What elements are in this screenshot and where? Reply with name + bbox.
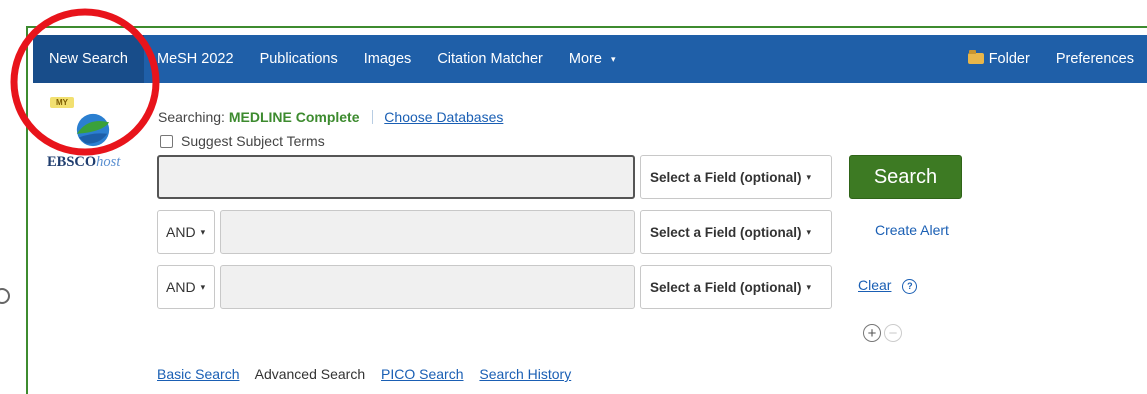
content-frame-left-border: [26, 26, 28, 394]
searching-line: Searching: MEDLINE Complete Choose Datab…: [158, 109, 503, 125]
brand-italic: host: [96, 154, 121, 170]
nav-folder[interactable]: Folder: [955, 35, 1043, 83]
content-frame-top-border: [26, 26, 1147, 28]
searching-prefix: Searching:: [158, 109, 225, 125]
nav-citation-matcher[interactable]: Citation Matcher: [424, 35, 556, 83]
suggest-label: Suggest Subject Terms: [181, 133, 325, 149]
search-input-1[interactable]: [157, 155, 635, 199]
nav-mesh[interactable]: MeSH 2022: [144, 35, 247, 83]
boolean-operator-2-label: AND: [166, 224, 196, 240]
field-select-3[interactable]: Select a Field (optional) ▾: [640, 265, 832, 309]
nav-more-menu[interactable]: More ▾: [556, 35, 629, 83]
ebscohost-logo[interactable]: MY EBSCOhost: [46, 97, 141, 177]
nav-preferences[interactable]: Preferences: [1043, 35, 1147, 83]
edge-handle-icon: [0, 288, 10, 304]
search-mode-links: Basic Search Advanced Search PICO Search…: [157, 366, 583, 382]
boolean-operator-select-3[interactable]: AND ▾: [157, 265, 215, 309]
separator: [372, 110, 374, 124]
nav-folder-label: Folder: [988, 51, 1030, 67]
create-alert-link[interactable]: Create Alert: [875, 222, 949, 238]
caret-down-icon: ▾: [806, 171, 812, 182]
advanced-search-current: Advanced Search: [254, 366, 366, 382]
search-input-2[interactable]: [220, 210, 635, 254]
ebscohost-wordmark: EBSCOhost: [47, 154, 120, 171]
caret-down-icon: ▾: [610, 53, 616, 64]
field-select-1[interactable]: Select a Field (optional) ▾: [640, 155, 832, 199]
top-navbar: New Search MeSH 2022 Publications Images…: [33, 35, 1147, 83]
suggest-checkbox[interactable]: [160, 134, 173, 148]
basic-search-link[interactable]: Basic Search: [157, 366, 239, 382]
search-button[interactable]: Search: [849, 155, 962, 199]
choose-databases-link[interactable]: Choose Databases: [384, 109, 503, 125]
caret-down-icon: ▾: [806, 281, 812, 292]
database-name: MEDLINE Complete: [228, 109, 360, 125]
caret-down-icon: ▾: [200, 226, 206, 237]
brand-bold: EBSCO: [47, 154, 97, 170]
field-select-1-label: Select a Field (optional): [650, 169, 802, 185]
field-select-3-label: Select a Field (optional): [650, 279, 802, 295]
boolean-operator-3-label: AND: [166, 279, 196, 295]
nav-new-search[interactable]: New Search: [33, 35, 144, 83]
nav-images[interactable]: Images: [351, 35, 425, 83]
help-icon[interactable]: ?: [902, 279, 918, 294]
suggest-subject-terms[interactable]: Suggest Subject Terms: [160, 133, 325, 149]
folder-icon: [967, 49, 984, 64]
field-select-2-label: Select a Field (optional): [650, 224, 802, 240]
my-badge: MY: [50, 97, 74, 108]
add-row-button[interactable]: +: [863, 324, 881, 342]
boolean-operator-select-2[interactable]: AND ▾: [157, 210, 215, 254]
field-select-2[interactable]: Select a Field (optional) ▾: [640, 210, 832, 254]
clear-control: Clear ?: [858, 277, 918, 294]
remove-row-button[interactable]: −: [884, 324, 902, 342]
nav-more-label: More: [568, 51, 602, 67]
navbar-spacer: [628, 35, 954, 83]
search-input-3[interactable]: [220, 265, 635, 309]
search-history-link[interactable]: Search History: [479, 366, 571, 382]
clear-link[interactable]: Clear: [858, 277, 891, 293]
ebsco-globe-icon: [76, 113, 110, 147]
caret-down-icon: ▾: [200, 281, 206, 292]
nav-publications[interactable]: Publications: [247, 35, 351, 83]
pico-search-link[interactable]: PICO Search: [381, 366, 463, 382]
caret-down-icon: ▾: [806, 226, 812, 237]
